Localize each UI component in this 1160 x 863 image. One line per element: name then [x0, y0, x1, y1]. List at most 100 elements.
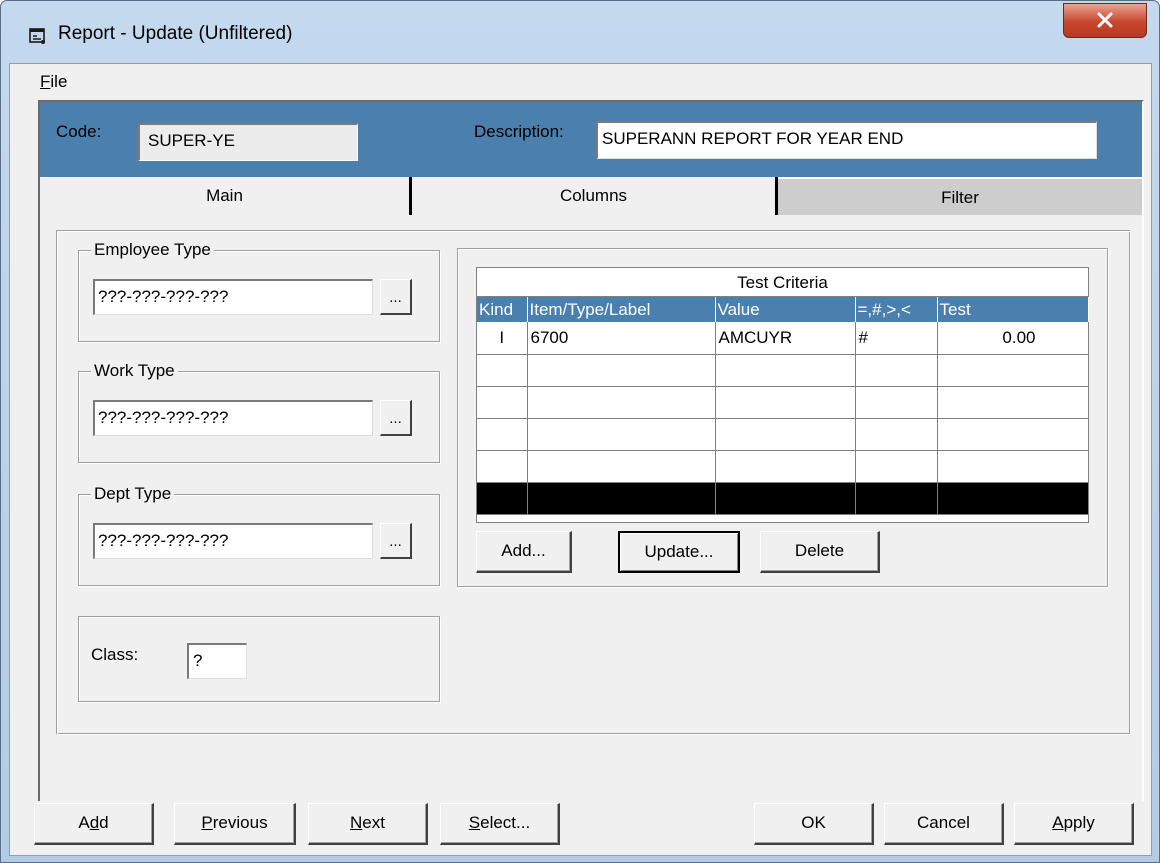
- cell: [937, 386, 1089, 419]
- report-frame: Code: SUPER-YE Description: SUPERANN REP…: [38, 100, 1144, 835]
- menu-bar: File: [10, 64, 1151, 98]
- cell-test: 0.00: [937, 322, 1089, 355]
- select-button[interactable]: Select...: [440, 803, 560, 845]
- apply-accel: A: [1052, 813, 1064, 832]
- select-accel: S: [468, 813, 481, 832]
- description-field[interactable]: SUPERANN REPORT FOR YEAR END: [596, 121, 1097, 159]
- col-item-type-label[interactable]: Item/Type/Label: [527, 297, 716, 322]
- ok-button[interactable]: OK: [754, 803, 874, 845]
- cell: [855, 354, 938, 387]
- add-accel: d: [89, 813, 100, 832]
- report-header: Code: SUPER-YE Description: SUPERANN REP…: [40, 102, 1142, 177]
- class-field[interactable]: ?: [187, 643, 247, 679]
- report-app-icon: [29, 28, 45, 44]
- next-button[interactable]: Next: [308, 803, 428, 845]
- criteria-add-button[interactable]: Add...: [476, 531, 572, 573]
- employee-type-browse-button[interactable]: ...: [380, 279, 412, 315]
- test-criteria-grid[interactable]: Test Criteria Kind Item/Type/Label Value: [476, 267, 1089, 523]
- tab-columns[interactable]: Columns: [412, 177, 778, 215]
- description-label: Description:: [474, 122, 564, 141]
- cell: [855, 450, 938, 483]
- work-type-field[interactable]: ???-???-???-???: [93, 400, 373, 436]
- previous-accel: P: [201, 813, 213, 832]
- col-operator[interactable]: =,#,>,<: [855, 297, 938, 322]
- test-criteria-group: Test Criteria Kind Item/Type/Label Value: [457, 248, 1108, 587]
- cell: [527, 450, 716, 483]
- code-field[interactable]: SUPER-YE: [138, 123, 358, 161]
- dept-type-browse-button[interactable]: ...: [380, 523, 412, 559]
- cell: [477, 482, 528, 515]
- table-row[interactable]: [477, 450, 1089, 483]
- cell-operator: #: [855, 322, 938, 355]
- cell: [855, 418, 938, 451]
- cell: [477, 418, 528, 451]
- cell: [477, 386, 528, 419]
- cell: [477, 450, 528, 483]
- close-icon: [1097, 12, 1113, 28]
- work-type-group: Work Type ???-???-???-??? ...: [78, 361, 440, 463]
- col-test[interactable]: Test: [937, 297, 1089, 322]
- window-title: Report - Update (Unfiltered): [58, 23, 293, 44]
- menu-file-rest: ile: [50, 72, 68, 91]
- cell: [527, 482, 716, 515]
- apply-button[interactable]: Apply: [1014, 803, 1134, 845]
- cell: [937, 354, 1089, 387]
- apply-post: pply: [1063, 813, 1095, 832]
- table-row-new[interactable]: [477, 482, 1089, 515]
- test-criteria-table: Kind Item/Type/Label Value =,#,>,< Test …: [477, 297, 1089, 515]
- dept-type-field[interactable]: ???-???-???-???: [93, 523, 373, 559]
- employee-type-label: Employee Type: [91, 240, 214, 260]
- cell: [715, 482, 856, 515]
- dialog-footer: Add Previous Next Select... OK Cancel Ap…: [10, 801, 1151, 853]
- cell: [527, 418, 716, 451]
- window-client-area: File Code: SUPER-YE Description: SUPERAN…: [9, 63, 1152, 856]
- tab-main[interactable]: Main: [40, 177, 412, 215]
- cell: [715, 386, 856, 419]
- tab-strip: Main Columns Filter: [40, 177, 1142, 215]
- cell-value: AMCUYR: [715, 322, 856, 355]
- cell-item: 6700: [527, 322, 716, 355]
- previous-post: revious: [212, 813, 268, 832]
- cancel-button[interactable]: Cancel: [884, 803, 1004, 845]
- close-button[interactable]: [1063, 3, 1147, 38]
- work-type-browse-button[interactable]: ...: [380, 400, 412, 436]
- title-bar: Report - Update (Unfiltered): [1, 1, 1159, 71]
- tab-filter[interactable]: Filter: [778, 177, 1142, 215]
- class-group: Class: ?: [78, 616, 440, 702]
- col-kind[interactable]: Kind: [477, 297, 528, 322]
- cell: [937, 482, 1089, 515]
- cell: [937, 418, 1089, 451]
- work-type-label: Work Type: [91, 361, 178, 381]
- code-label: Code:: [56, 122, 102, 141]
- cell: [527, 354, 716, 387]
- cell: [715, 354, 856, 387]
- cell: [715, 450, 856, 483]
- previous-button[interactable]: Previous: [174, 803, 296, 845]
- criteria-delete-button[interactable]: Delete: [760, 531, 880, 573]
- dept-type-label: Dept Type: [91, 484, 175, 504]
- cell-kind: I: [477, 322, 528, 355]
- cell: [855, 482, 938, 515]
- add-pre: A: [78, 813, 90, 832]
- employee-type-field[interactable]: ???-???-???-???: [93, 279, 373, 315]
- employee-type-group: Employee Type ???-???-???-??? ...: [78, 240, 440, 342]
- criteria-update-button[interactable]: Update...: [618, 531, 740, 573]
- table-row[interactable]: [477, 354, 1089, 387]
- dept-type-group: Dept Type ???-???-???-??? ...: [78, 484, 440, 586]
- grid-header-row: Kind Item/Type/Label Value =,#,>,< Test: [477, 297, 1089, 322]
- select-post: elect...: [480, 813, 531, 832]
- add-button[interactable]: Add: [34, 803, 154, 845]
- filter-panel: Employee Type ???-???-???-??? ... Work T…: [56, 230, 1131, 735]
- table-row[interactable]: [477, 386, 1089, 419]
- cell: [937, 450, 1089, 483]
- table-row[interactable]: I 6700 AMCUYR # 0.00: [477, 322, 1089, 355]
- test-criteria-title: Test Criteria: [477, 268, 1088, 297]
- cell: [715, 418, 856, 451]
- next-accel: N: [350, 813, 363, 832]
- table-row[interactable]: [477, 418, 1089, 451]
- menu-file[interactable]: File: [40, 72, 67, 92]
- col-value[interactable]: Value: [715, 297, 856, 322]
- cell: [527, 386, 716, 419]
- next-post: ext: [362, 813, 385, 832]
- cell: [855, 386, 938, 419]
